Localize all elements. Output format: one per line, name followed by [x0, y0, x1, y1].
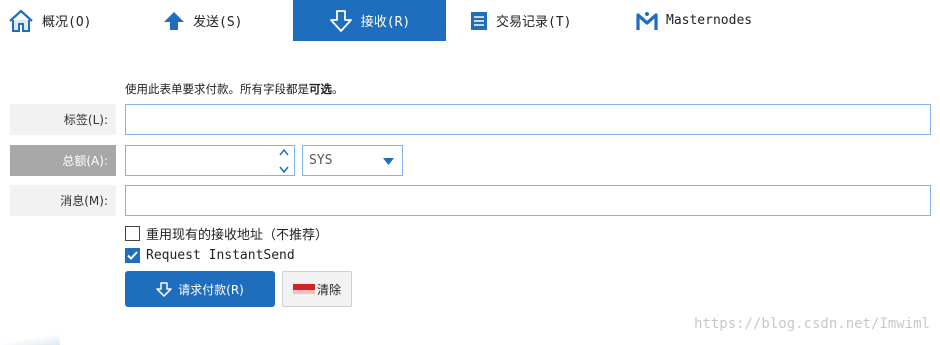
instantsend-label: Request InstantSend	[146, 248, 295, 263]
amount-spinbox[interactable]	[125, 145, 295, 176]
unit-select-value: SYS	[309, 153, 333, 168]
tab-transactions[interactable]: 交易记录(T)	[470, 0, 610, 41]
tab-receive-label: 接收(R)	[360, 15, 411, 30]
checkmark-icon	[127, 251, 138, 260]
arrow-down-icon	[156, 281, 172, 297]
tab-send-label: 发送(S)	[193, 15, 243, 30]
message-input[interactable]	[125, 185, 931, 216]
message-field-label-text: 消息(M):	[60, 194, 108, 208]
label-field-label: 标签(L):	[10, 104, 116, 135]
hint-text: 使用此表单要求付款。所有字段都是	[125, 82, 309, 96]
request-payment-label: 请求付款(R)	[178, 282, 244, 297]
label-field-label-text: 标签(L):	[63, 113, 108, 127]
main-toolbar: 概况(O) 发送(S) 接收(R) 交易记录(T) Masternodes	[0, 0, 940, 41]
tab-receive[interactable]: 接收(R)	[293, 0, 446, 41]
watermark-text: https://blog.csdn.net/Imwiml	[693, 316, 930, 332]
arrow-up-icon	[163, 10, 185, 32]
tab-transactions-label: 交易记录(T)	[496, 15, 572, 30]
eraser-icon	[292, 284, 315, 294]
amount-field-label: 总额(A):	[10, 145, 116, 176]
tab-overview-label: 概况(O)	[42, 15, 92, 30]
masternode-icon	[636, 11, 658, 31]
form-hint: 使用此表单要求付款。所有字段都是可选。	[125, 81, 344, 97]
chevron-down-icon	[383, 158, 394, 165]
reuse-address-label: 重用现有的接收地址（不推荐）	[146, 228, 329, 243]
message-field-label: 消息(M):	[10, 185, 116, 216]
unit-select[interactable]: SYS	[302, 145, 403, 176]
amount-stepper[interactable]	[278, 149, 290, 173]
tab-send[interactable]: 发送(S)	[163, 0, 283, 41]
list-icon	[470, 11, 488, 31]
clear-button[interactable]: 清除	[282, 271, 352, 307]
label-input[interactable]	[125, 104, 931, 135]
reuse-address-checkbox-row[interactable]: 重用现有的接收地址（不推荐）	[125, 224, 328, 243]
stepper-down-icon[interactable]	[279, 166, 289, 173]
instantsend-checkbox-row[interactable]: Request InstantSend	[125, 248, 295, 263]
tab-masternodes-label: Masternodes	[666, 13, 753, 28]
reuse-address-checkbox[interactable]	[125, 226, 140, 241]
stepper-up-icon[interactable]	[279, 149, 289, 156]
corner-decoration	[0, 335, 60, 345]
request-payment-button[interactable]: 请求付款(R)	[125, 271, 275, 307]
instantsend-checkbox[interactable]	[125, 248, 140, 263]
hint-emphasis: 可选	[309, 82, 332, 96]
tab-masternodes[interactable]: Masternodes	[636, 0, 776, 41]
arrow-down-icon	[329, 9, 353, 32]
tab-overview[interactable]: 概况(O)	[8, 0, 128, 41]
home-icon	[8, 9, 34, 33]
clear-label: 清除	[316, 282, 341, 297]
hint-suffix: 。	[332, 82, 344, 96]
amount-field-label-text: 总额(A):	[62, 154, 108, 168]
